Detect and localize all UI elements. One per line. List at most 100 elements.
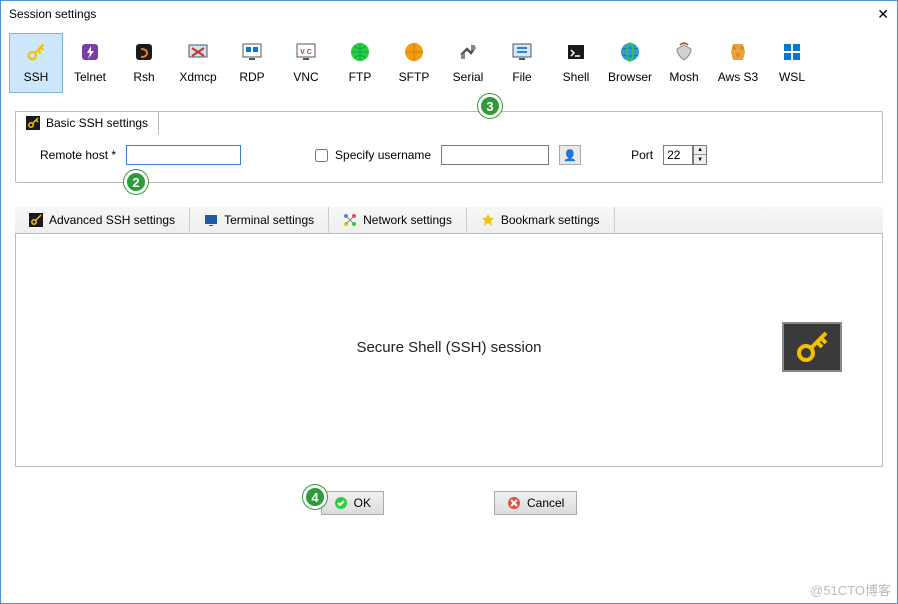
wsl-icon	[778, 38, 806, 66]
shell-icon	[562, 38, 590, 66]
protocol-shell[interactable]: Shell	[549, 33, 603, 93]
protocol-label: File	[512, 70, 531, 84]
protocol-label: Telnet	[74, 70, 106, 84]
protocol-rsh[interactable]: Rsh	[117, 33, 171, 93]
specify-username-checkbox[interactable]: Specify username	[311, 146, 431, 165]
protocol-label: WSL	[779, 70, 805, 84]
protocol-label: VNC	[293, 70, 318, 84]
content-area: Basic SSH settings Remote host * Specify…	[1, 93, 897, 603]
session-description-area: Secure Shell (SSH) session	[28, 240, 870, 454]
titlebar: Session settings ✕	[1, 1, 897, 27]
window-title: Session settings	[9, 7, 96, 21]
close-icon[interactable]: ✕	[877, 6, 889, 23]
key-icon	[26, 116, 40, 130]
xdmcp-icon	[184, 38, 212, 66]
cancel-circle-icon	[507, 496, 521, 510]
protocol-label: Shell	[563, 70, 590, 84]
protocol-serial[interactable]: Serial	[441, 33, 495, 93]
protocol-sftp[interactable]: SFTP	[387, 33, 441, 93]
protocol-label: SSH	[24, 70, 49, 84]
person-icon: 👤	[563, 149, 577, 162]
cancel-button[interactable]: Cancel	[494, 491, 577, 515]
key-icon	[29, 213, 43, 227]
protocol-label: Serial	[453, 70, 484, 84]
session-settings-window: Session settings ✕ SSH Telnet Rsh Xdmcp …	[0, 0, 898, 604]
port-stepper[interactable]: ▲ ▼	[663, 145, 707, 165]
protocol-browser[interactable]: Browser	[603, 33, 657, 93]
tab-basic-ssh[interactable]: Basic SSH settings	[15, 111, 159, 135]
specify-username-box[interactable]	[315, 149, 328, 162]
tab-advanced-ssh[interactable]: Advanced SSH settings	[15, 207, 190, 233]
lightning-icon	[76, 38, 104, 66]
tab-network[interactable]: Network settings	[329, 207, 467, 233]
vnc-icon: V C	[292, 38, 320, 66]
terminal-icon	[204, 213, 218, 227]
ftp-icon	[346, 38, 374, 66]
protocol-telnet[interactable]: Telnet	[63, 33, 117, 93]
star-icon	[481, 213, 495, 227]
protocol-xdmcp[interactable]: Xdmcp	[171, 33, 225, 93]
protocol-label: FTP	[349, 70, 372, 84]
protocol-toolbar: SSH Telnet Rsh Xdmcp RDP V C VNC FTP SFT	[1, 27, 897, 93]
protocol-label: SFTP	[399, 70, 430, 84]
username-input[interactable]	[441, 145, 549, 165]
key-icon	[22, 38, 50, 66]
tab-label: Basic SSH settings	[46, 116, 148, 130]
remote-host-input[interactable]	[126, 145, 241, 165]
protocol-label: Browser	[608, 70, 652, 84]
session-description: Secure Shell (SSH) session	[356, 339, 541, 356]
cancel-label: Cancel	[527, 496, 564, 510]
annotation-4: 4	[303, 485, 327, 509]
ssh-key-badge	[782, 322, 842, 372]
port-spinner[interactable]: ▲ ▼	[693, 145, 707, 165]
file-icon	[508, 38, 536, 66]
tab-bookmark[interactable]: Bookmark settings	[467, 207, 615, 233]
protocol-vnc[interactable]: V C VNC	[279, 33, 333, 93]
protocol-mosh[interactable]: Mosh	[657, 33, 711, 93]
sftp-icon	[400, 38, 428, 66]
tab-label: Advanced SSH settings	[49, 213, 175, 227]
protocol-label: Aws S3	[718, 70, 758, 84]
rdp-icon	[238, 38, 266, 66]
remote-host-label: Remote host *	[40, 148, 116, 162]
dialog-footer: 4 OK Cancel	[15, 467, 883, 527]
spin-down-icon[interactable]: ▼	[694, 155, 706, 164]
protocol-file[interactable]: File	[495, 33, 549, 93]
browser-icon	[616, 38, 644, 66]
annotation-2: 2	[124, 170, 148, 194]
protocol-ssh[interactable]: SSH	[9, 33, 63, 93]
rsh-icon	[130, 38, 158, 66]
port-label: Port	[631, 148, 653, 162]
aws-s3-icon	[724, 38, 752, 66]
basic-row: Remote host * Specify username 👤 Port ▲	[28, 140, 870, 170]
mosh-icon	[670, 38, 698, 66]
ok-button[interactable]: OK	[321, 491, 384, 515]
network-icon	[343, 213, 357, 227]
key-icon	[792, 327, 832, 367]
basic-settings-panel: Basic SSH settings Remote host * Specify…	[15, 111, 883, 183]
advanced-panel: Advanced SSH settings Terminal settings …	[15, 207, 883, 467]
ok-label: OK	[354, 496, 371, 510]
port-input[interactable]	[663, 145, 693, 165]
protocol-ftp[interactable]: FTP	[333, 33, 387, 93]
tab-label: Terminal settings	[224, 213, 314, 227]
tab-terminal[interactable]: Terminal settings	[190, 207, 329, 233]
advanced-tab-bar: Advanced SSH settings Terminal settings …	[15, 207, 883, 234]
serial-icon	[454, 38, 482, 66]
tab-label: Network settings	[363, 213, 452, 227]
specify-username-label: Specify username	[335, 148, 431, 162]
tab-label: Bookmark settings	[501, 213, 600, 227]
annotation-3: 3	[478, 94, 502, 118]
protocol-aws-s3[interactable]: Aws S3	[711, 33, 765, 93]
check-circle-icon	[334, 496, 348, 510]
spin-up-icon[interactable]: ▲	[694, 146, 706, 155]
protocol-label: Mosh	[669, 70, 698, 84]
browse-user-button[interactable]: 👤	[559, 145, 581, 165]
protocol-label: Xdmcp	[179, 70, 216, 84]
watermark: @51CTO博客	[810, 580, 891, 599]
protocol-rdp[interactable]: RDP	[225, 33, 279, 93]
protocol-label: RDP	[239, 70, 264, 84]
svg-text:V C: V C	[300, 49, 312, 56]
protocol-label: Rsh	[133, 70, 154, 84]
protocol-wsl[interactable]: WSL	[765, 33, 819, 93]
